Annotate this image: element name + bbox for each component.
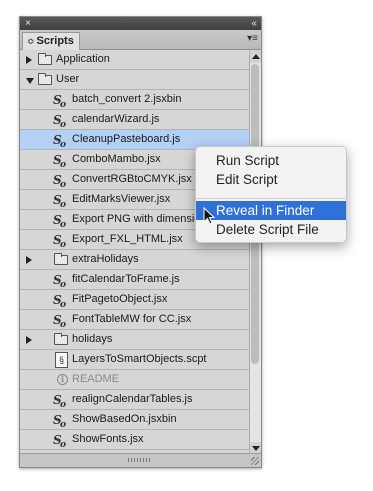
collapse-icon[interactable]: ‹‹ (251, 17, 257, 30)
script-row[interactable]: So ShowBasedOn.jsxbin (20, 410, 250, 430)
disclosure-collapsed-icon[interactable] (26, 56, 32, 64)
menu-item-run-script[interactable]: Run Script (196, 151, 346, 170)
close-icon[interactable]: × (25, 17, 31, 30)
script-row[interactable]: So batch_convert 2.jsxbin (20, 90, 250, 110)
javascript-script-icon: So (53, 152, 69, 170)
folder-icon (38, 53, 52, 65)
row-label: ShowBasedOn.jsxbin (72, 413, 177, 425)
folder-row[interactable]: User (20, 70, 250, 90)
row-label: batch_convert 2.jsxbin (72, 93, 182, 105)
mouse-pointer-icon (203, 207, 215, 225)
row-label: EditMarksViewer.jsx (72, 193, 171, 205)
row-label: Application (56, 53, 110, 65)
panel-bottombar (20, 453, 261, 467)
info-icon: i (57, 374, 68, 385)
row-label: realignCalendarTables.js (72, 393, 193, 405)
row-label: extraHolidays (72, 253, 139, 265)
script-row[interactable]: So fitCalendarToFrame.js (20, 270, 250, 290)
vertical-scrollbar[interactable] (249, 50, 261, 455)
folder-row[interactable]: holidays (20, 330, 250, 350)
script-row[interactable]: So ShowFonts.jsx (20, 430, 250, 450)
row-label: ConvertRGBtoCMYK.jsx (72, 173, 192, 185)
javascript-script-icon: So (53, 392, 69, 410)
resize-grip-icon[interactable] (128, 458, 152, 462)
javascript-script-icon: So (53, 212, 69, 230)
javascript-script-icon: So (53, 132, 69, 150)
row-label: ComboMambo.jsx (72, 153, 161, 165)
row-label: FitPagetoObject.jsx (72, 293, 168, 305)
disclosure-collapsed-icon[interactable] (26, 256, 32, 264)
script-row[interactable]: So FitPagetoObject.jsx (20, 290, 250, 310)
javascript-script-icon: So (53, 312, 69, 330)
javascript-script-icon: So (53, 272, 69, 290)
context-menu: Run Script Edit Script Reveal in Finder Del… (195, 146, 347, 243)
row-label: CleanupPasteboard.js (72, 133, 181, 145)
tab-scripts[interactable]: ≎ Scripts (22, 32, 80, 50)
scripts-list: Application User So batch_convert 2.jsxbin S… (20, 50, 250, 455)
row-label: User (56, 73, 80, 85)
script-row[interactable]: So realignCalendarTables.js (20, 390, 250, 410)
svg-text:o: o (60, 100, 66, 108)
menu-item-edit-script[interactable]: Edit Script (196, 170, 346, 189)
javascript-script-icon: So (53, 432, 69, 450)
svg-text:o: o (60, 220, 66, 228)
menu-separator (196, 198, 346, 199)
menu-item-delete-script-file[interactable]: Delete Script File (196, 220, 346, 239)
script-row[interactable]: i README (20, 370, 250, 390)
row-label: ShowFonts.jsx (72, 433, 144, 445)
row-label: fitCalendarToFrame.js (72, 273, 180, 285)
sort-icon: ≎ (27, 36, 35, 46)
svg-text:o: o (60, 440, 66, 448)
row-label: holidays (72, 333, 113, 345)
script-row[interactable]: So FontTableMW for CC.jsx (20, 310, 250, 330)
menu-item-reveal-in-finder[interactable]: Reveal in Finder (196, 201, 346, 220)
javascript-script-icon: So (53, 412, 69, 430)
row-label: README (72, 373, 120, 385)
row-label: LayersToSmartObjects.scpt (72, 353, 207, 365)
panel-titlebar: × ‹‹ (20, 17, 261, 30)
disclosure-expanded-icon[interactable] (26, 78, 34, 84)
disclosure-collapsed-icon[interactable] (26, 336, 32, 344)
folder-icon (54, 253, 68, 265)
javascript-script-icon: So (53, 292, 69, 310)
folder-row[interactable]: extraHolidays (20, 250, 250, 270)
panel-tabbar: ≎ Scripts ▾≡ (20, 30, 261, 50)
javascript-script-icon: So (53, 172, 69, 190)
row-label: FontTableMW for CC.jsx (72, 313, 192, 325)
svg-text:o: o (60, 280, 66, 288)
svg-text:o: o (60, 420, 66, 428)
scroll-up-arrow-icon[interactable] (250, 50, 261, 63)
svg-text:o: o (60, 180, 66, 188)
svg-text:o: o (60, 120, 66, 128)
svg-text:o: o (60, 160, 66, 168)
applescript-file-icon: § (55, 352, 68, 368)
svg-text:o: o (60, 240, 66, 248)
svg-text:o: o (60, 320, 66, 328)
svg-text:o: o (60, 200, 66, 208)
panel-menu-icon[interactable]: ▾≡ (247, 33, 258, 44)
row-label: Export_FXL_HTML.jsx (72, 233, 183, 245)
tab-scripts-label: Scripts (36, 35, 74, 47)
svg-text:o: o (60, 140, 66, 148)
svg-text:o: o (60, 300, 66, 308)
folder-icon (54, 333, 68, 345)
script-row[interactable]: So calendarWizard.js (20, 110, 250, 130)
folder-row[interactable]: Application (20, 50, 250, 70)
svg-text:o: o (60, 400, 66, 408)
resize-corner-icon[interactable] (251, 457, 259, 465)
javascript-script-icon: So (53, 92, 69, 110)
script-row[interactable]: § LayersToSmartObjects.scpt (20, 350, 250, 370)
folder-icon (38, 73, 52, 85)
javascript-script-icon: So (53, 192, 69, 210)
javascript-script-icon: So (53, 232, 69, 250)
javascript-script-icon: So (53, 112, 69, 130)
row-label: calendarWizard.js (72, 113, 160, 125)
